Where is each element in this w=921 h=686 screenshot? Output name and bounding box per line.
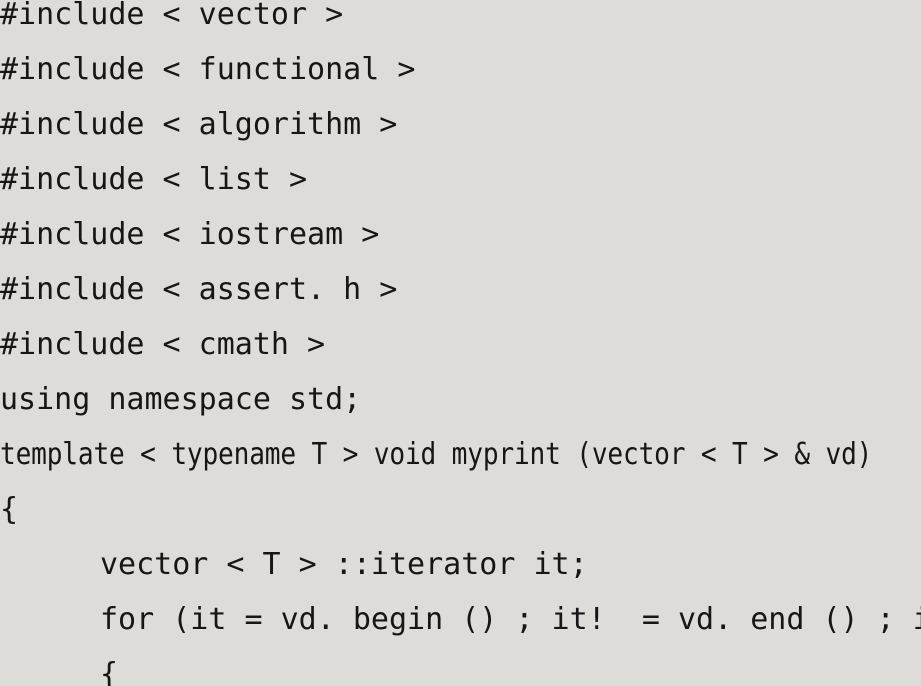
code-line-8: using namespace std; xyxy=(0,381,361,419)
code-listing-page: #include < vector > #include < functiona… xyxy=(0,0,921,686)
code-line-10: { xyxy=(0,491,18,529)
code-line-7: #include < cmath > xyxy=(0,326,325,364)
code-line-6: #include < assert. h > xyxy=(0,271,397,309)
code-line-12: for (it = vd. begin () ; it! = vd. end (… xyxy=(100,601,921,639)
code-line-13: { xyxy=(100,656,118,686)
code-line-1: #include < vector > xyxy=(0,0,343,34)
code-line-11: vector < T > ::iterator it; xyxy=(100,546,588,584)
code-line-4: #include < list > xyxy=(0,161,307,199)
code-line-9: template < typename T > void myprint (ve… xyxy=(0,436,872,474)
code-line-5: #include < iostream > xyxy=(0,216,379,254)
code-line-3: #include < algorithm > xyxy=(0,106,397,144)
code-line-2: #include < functional > xyxy=(0,51,415,89)
